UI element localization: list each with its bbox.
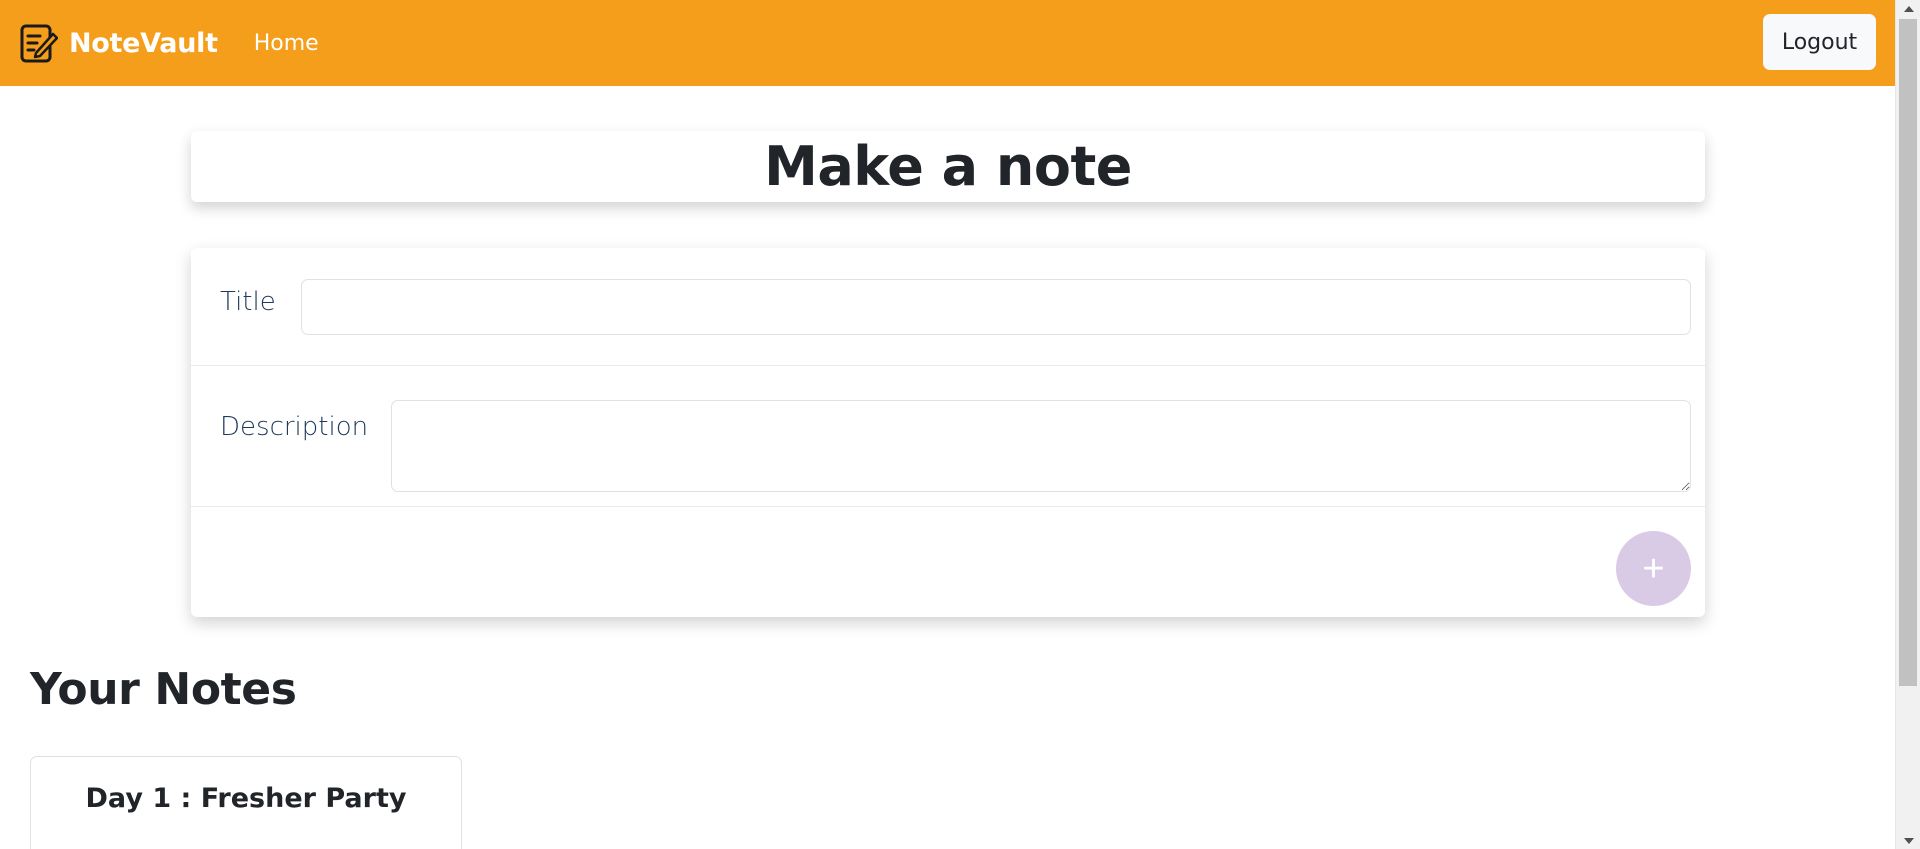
notebook-pen-icon bbox=[20, 24, 58, 63]
make-note-header-card: Make a note bbox=[191, 131, 1705, 202]
page-title: Make a note bbox=[764, 135, 1132, 198]
scrollbar-thumb[interactable] bbox=[1899, 19, 1917, 686]
top-navbar: NoteVault Home Logout bbox=[0, 0, 1895, 86]
description-row: Description bbox=[191, 366, 1705, 507]
form-actions-row: + bbox=[191, 507, 1705, 617]
note-form-card: Title Description + bbox=[191, 248, 1705, 617]
logout-button[interactable]: Logout bbox=[1763, 14, 1876, 70]
plus-icon: + bbox=[1642, 547, 1665, 590]
vertical-scrollbar[interactable] bbox=[1895, 0, 1920, 849]
description-label: Description bbox=[220, 412, 369, 442]
note-card[interactable]: Day 1 : Fresher Party bbox=[30, 756, 462, 849]
note-title: Day 1 : Fresher Party bbox=[85, 783, 407, 814]
description-textarea[interactable] bbox=[391, 400, 1691, 492]
scroll-down-arrow-icon[interactable] bbox=[1896, 832, 1920, 849]
scroll-up-arrow-icon[interactable] bbox=[1896, 0, 1920, 17]
brand-name: NoteVault bbox=[69, 27, 218, 59]
nav-home-link[interactable]: Home bbox=[254, 31, 319, 56]
title-label: Title bbox=[220, 287, 276, 317]
brand-link[interactable]: NoteVault bbox=[20, 22, 218, 64]
title-input[interactable] bbox=[301, 279, 1691, 335]
title-row: Title bbox=[191, 248, 1705, 366]
add-note-button[interactable]: + bbox=[1616, 531, 1691, 606]
your-notes-heading: Your Notes bbox=[30, 664, 297, 715]
